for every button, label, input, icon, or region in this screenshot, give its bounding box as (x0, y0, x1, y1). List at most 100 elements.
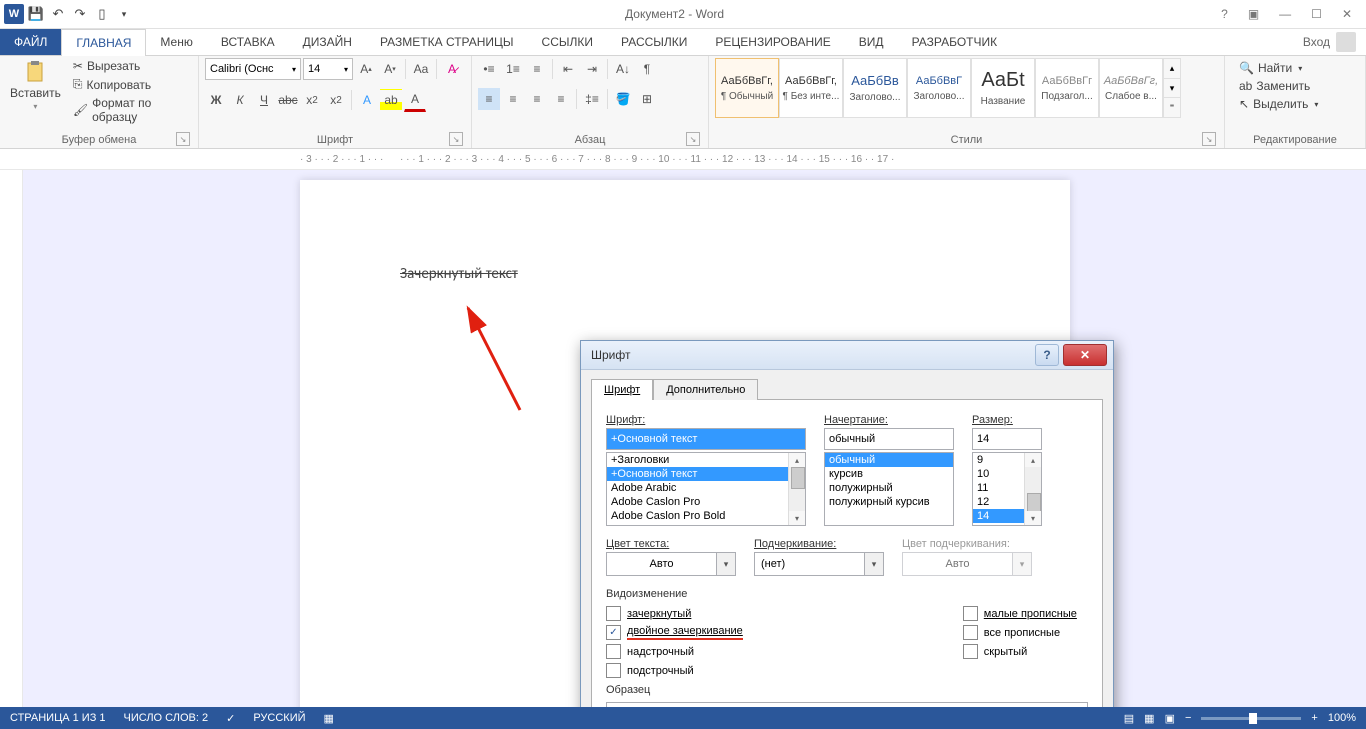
font-name-combo[interactable]: Calibri (Оснс▾ (205, 58, 301, 80)
zoom-in-icon[interactable]: + (1311, 712, 1317, 724)
clear-format-button[interactable]: A̷ (441, 58, 463, 80)
grow-font-button[interactable]: A▴ (355, 58, 377, 80)
scrollbar[interactable]: ▴▾ (1024, 453, 1041, 525)
shrink-font-button[interactable]: A▾ (379, 58, 401, 80)
checkbox-allcaps[interactable]: все прописные (963, 625, 1077, 640)
font-input[interactable]: +Основной текст (606, 428, 806, 450)
superscript-button[interactable]: x2 (325, 89, 347, 111)
style-subtitle[interactable]: АаБбВвГгПодзагол... (1035, 58, 1099, 118)
minimize-icon[interactable]: — (1273, 3, 1297, 25)
tab-dev[interactable]: РАЗРАБОТЧИК (898, 29, 1012, 55)
sort-button[interactable]: A↓ (612, 58, 634, 80)
tab-mail[interactable]: РАССЫЛКИ (607, 29, 701, 55)
checkbox-hidden[interactable]: скрытый (963, 644, 1077, 659)
maximize-icon[interactable]: ☐ (1305, 3, 1328, 25)
strike-button[interactable]: abc (277, 89, 299, 111)
underline-button[interactable]: Ч (253, 89, 275, 111)
view-web-icon[interactable]: ▣ (1165, 712, 1175, 725)
find-button[interactable]: 🔍Найти▾ (1237, 60, 1320, 76)
help-icon[interactable]: ? (1215, 3, 1234, 25)
style-listbox[interactable]: обычный курсив полужирный полужирный кур… (824, 452, 954, 526)
new-doc-icon[interactable]: ▯ (92, 4, 112, 24)
status-page[interactable]: СТРАНИЦА 1 ИЗ 1 (10, 712, 106, 724)
align-justify-button[interactable]: ≡ (550, 88, 572, 110)
style-heading2[interactable]: АаБбВвГЗаголово... (907, 58, 971, 118)
document-text[interactable]: Зачеркнутый текст (400, 265, 518, 283)
zoom-slider[interactable] (1201, 717, 1301, 720)
checkbox-smallcaps[interactable]: малые прописные (963, 606, 1077, 621)
close-icon[interactable]: ✕ (1336, 3, 1358, 25)
styles-launcher-icon[interactable]: ↘ (1202, 132, 1216, 146)
align-right-button[interactable]: ≡ (526, 88, 548, 110)
copy-button[interactable]: ⎘Копировать (71, 76, 192, 93)
format-painter-button[interactable]: 🖌Формат по образцу (71, 95, 192, 125)
bold-button[interactable]: Ж (205, 89, 227, 111)
tab-insert[interactable]: ВСТАВКА (207, 29, 289, 55)
status-lang[interactable]: РУССКИЙ (253, 712, 305, 724)
indent-dec-button[interactable]: ⇤ (557, 58, 579, 80)
replace-button[interactable]: abЗаменить (1237, 78, 1320, 94)
status-proofing-icon[interactable]: ✓ (226, 712, 235, 725)
save-icon[interactable]: 💾 (26, 4, 46, 24)
undo-icon[interactable]: ↶ (48, 4, 68, 24)
tab-menu[interactable]: Меню (146, 29, 206, 55)
font-launcher-icon[interactable]: ↘ (449, 132, 463, 146)
align-center-button[interactable]: ≡ (502, 88, 524, 110)
horizontal-ruler[interactable]: · 3 · · · 2 · · · 1 · · · · · · 1 · · · … (0, 149, 1366, 170)
style-input[interactable]: обычный (824, 428, 954, 450)
zoom-value[interactable]: 100% (1328, 712, 1356, 724)
numbering-button[interactable]: 1≡ (502, 58, 524, 80)
login-area[interactable]: Вход (1293, 29, 1366, 55)
change-case-button[interactable]: Aa (410, 58, 432, 80)
scrollbar[interactable]: ▴▾ (788, 453, 805, 525)
tab-refs[interactable]: ССЫЛКИ (528, 29, 607, 55)
status-words[interactable]: ЧИСЛО СЛОВ: 2 (124, 712, 209, 724)
text-effects-button[interactable]: A (356, 89, 378, 111)
style-subtle[interactable]: АаБбВвГг,Слабое в... (1099, 58, 1163, 118)
multilevel-button[interactable]: ≡ (526, 58, 548, 80)
font-size-combo[interactable]: 14▾ (303, 58, 353, 80)
clipboard-launcher-icon[interactable]: ↘ (176, 132, 190, 146)
style-normal[interactable]: АаБбВвГг,¶ Обычный (715, 58, 779, 118)
dialog-tab-font[interactable]: Шрифт (591, 379, 653, 400)
show-marks-button[interactable]: ¶ (636, 58, 658, 80)
checkbox-double-strike[interactable]: ✓двойное зачеркивание (606, 625, 743, 640)
paste-button[interactable]: Вставить ▾ (6, 58, 65, 113)
line-spacing-button[interactable]: ‡≡ (581, 88, 603, 110)
para-launcher-icon[interactable]: ↘ (686, 132, 700, 146)
align-left-button[interactable]: ≡ (478, 88, 500, 110)
tab-review[interactable]: РЕЦЕНЗИРОВАНИЕ (701, 29, 844, 55)
style-title[interactable]: АаБtНазвание (971, 58, 1035, 118)
color-dropdown[interactable]: Авто▾ (606, 552, 736, 576)
dialog-titlebar[interactable]: Шрифт ? ✕ (581, 341, 1113, 370)
dialog-help-icon[interactable]: ? (1035, 344, 1059, 366)
select-button[interactable]: ↖Выделить▾ (1237, 96, 1320, 112)
dialog-tab-advanced[interactable]: Дополнительно (653, 379, 758, 400)
redo-icon[interactable]: ↷ (70, 4, 90, 24)
status-macro-icon[interactable]: ▦ (324, 712, 334, 725)
tab-file[interactable]: ФАЙЛ (0, 29, 61, 55)
subscript-button[interactable]: x2 (301, 89, 323, 111)
style-nospacing[interactable]: АаБбВвГг,¶ Без инте... (779, 58, 843, 118)
tab-home[interactable]: ГЛАВНАЯ (61, 29, 146, 56)
size-input[interactable]: 14 (972, 428, 1042, 450)
highlight-button[interactable]: ab (380, 89, 402, 111)
checkbox-superscript[interactable]: надстрочный (606, 644, 743, 659)
italic-button[interactable]: К (229, 89, 251, 111)
style-heading1[interactable]: АаБбВвЗаголово... (843, 58, 907, 118)
dialog-close-icon[interactable]: ✕ (1063, 344, 1107, 366)
size-listbox[interactable]: 9 10 11 12 14 ▴▾ (972, 452, 1042, 526)
qat-customize-icon[interactable]: ▾ (114, 4, 134, 24)
borders-button[interactable]: ⊞ (636, 88, 658, 110)
font-listbox[interactable]: +Заголовки +Основной текст Adobe Arabic … (606, 452, 806, 526)
tab-view[interactable]: ВИД (845, 29, 898, 55)
font-color-button[interactable]: A (404, 88, 426, 112)
tab-layout[interactable]: РАЗМЕТКА СТРАНИЦЫ (366, 29, 528, 55)
zoom-out-icon[interactable]: − (1185, 712, 1191, 724)
ribbon-options-icon[interactable]: ▣ (1242, 3, 1265, 25)
view-read-icon[interactable]: ▤ (1124, 712, 1134, 725)
styles-gallery[interactable]: АаБбВвГг,¶ Обычный АаБбВвГг,¶ Без инте..… (715, 58, 1181, 118)
bullets-button[interactable]: •≡ (478, 58, 500, 80)
checkbox-subscript[interactable]: подстрочный (606, 663, 743, 678)
indent-inc-button[interactable]: ⇥ (581, 58, 603, 80)
